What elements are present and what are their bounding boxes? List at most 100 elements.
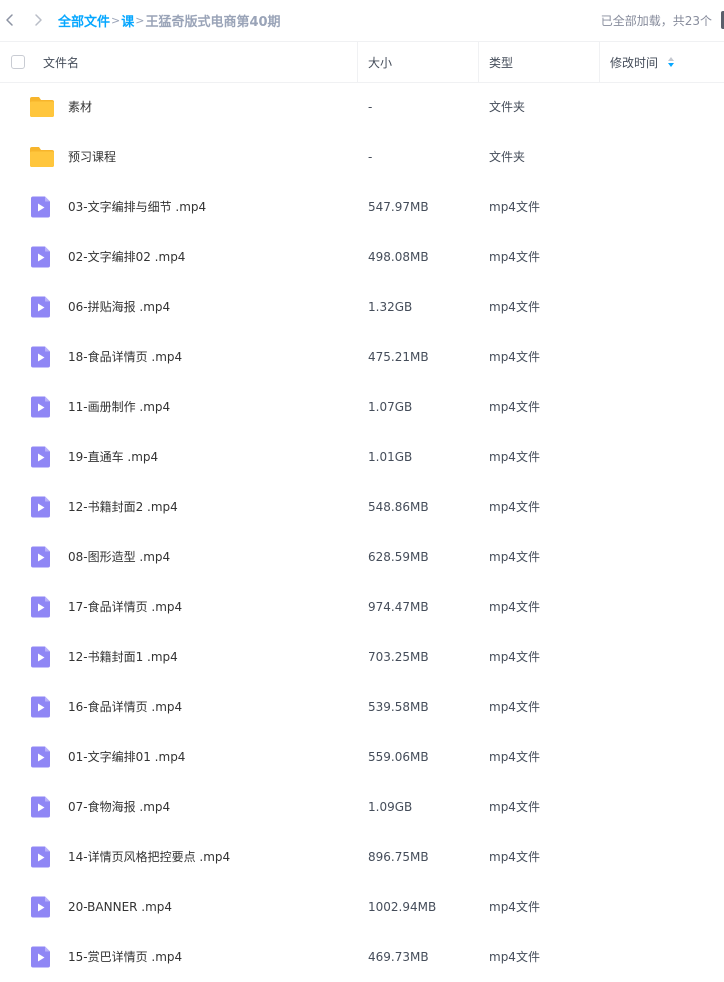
file-row[interactable]: 12-书籍封面2 .mp4 548.86MB mp4文件 <box>0 482 724 532</box>
file-name[interactable]: 16-食品详情页 .mp4 <box>68 682 182 732</box>
file-type: mp4文件 <box>489 750 540 764</box>
file-size: 974.47MB <box>368 600 429 614</box>
file-type: mp4文件 <box>489 800 540 814</box>
file-row[interactable]: 14-详情页风格把控要点 .mp4 896.75MB mp4文件 <box>0 832 724 882</box>
file-name[interactable]: 20-BANNER .mp4 <box>68 882 172 932</box>
table-header: 文件名 大小 类型 修改时间 <box>0 41 724 83</box>
file-name[interactable]: 08-图形造型 .mp4 <box>68 532 170 582</box>
column-divider[interactable] <box>357 42 358 82</box>
file-size: 547.97MB <box>368 200 429 214</box>
file-name[interactable]: 12-书籍封面2 .mp4 <box>68 482 178 532</box>
video-file-icon <box>29 296 55 318</box>
file-row[interactable]: 06-拼贴海报 .mp4 1.32GB mp4文件 <box>0 282 724 332</box>
breadcrumb-root[interactable]: 全部文件 <box>58 11 110 30</box>
file-size: 475.21MB <box>368 350 429 364</box>
file-name[interactable]: 11-画册制作 .mp4 <box>68 382 170 432</box>
file-row[interactable]: 素材 - 文件夹 <box>0 82 724 132</box>
column-header-size[interactable]: 大小 <box>368 42 392 82</box>
column-header-type[interactable]: 类型 <box>489 42 513 82</box>
video-file-icon <box>29 646 55 668</box>
breadcrumb-current: 王猛奇版式电商第40期 <box>145 15 281 30</box>
file-type: mp4文件 <box>489 850 540 864</box>
file-row[interactable]: 07-食物海报 .mp4 1.09GB mp4文件 <box>0 782 724 832</box>
breadcrumb-separator-icon: > <box>111 14 121 27</box>
file-name[interactable]: 15-赏巴详情页 .mp4 <box>68 932 182 982</box>
file-type: mp4文件 <box>489 550 540 564</box>
file-name[interactable]: 预习课程 <box>68 132 116 182</box>
file-name[interactable]: 07-食物海报 .mp4 <box>68 782 170 832</box>
file-size: 1.32GB <box>368 300 413 314</box>
file-row[interactable]: 20-BANNER .mp4 1002.94MB mp4文件 <box>0 882 724 932</box>
file-row[interactable]: 08-图形造型 .mp4 628.59MB mp4文件 <box>0 532 724 582</box>
file-row[interactable]: 预习课程 - 文件夹 <box>0 132 724 182</box>
file-type: mp4文件 <box>489 950 540 964</box>
video-file-icon <box>29 846 55 868</box>
file-name[interactable]: 18-食品详情页 .mp4 <box>68 332 182 382</box>
folder-icon <box>29 96 55 118</box>
file-name[interactable]: 素材 <box>68 82 92 132</box>
file-name[interactable]: 19-直通车 .mp4 <box>68 432 158 482</box>
breadcrumb-level-1[interactable]: 课 <box>121 11 134 30</box>
video-file-icon <box>29 246 55 268</box>
video-file-icon <box>29 696 55 718</box>
file-name[interactable]: 02-文字编排02 .mp4 <box>68 232 185 282</box>
file-size: - <box>368 150 373 164</box>
file-row[interactable]: 03-文字编排与细节 .mp4 547.97MB mp4文件 <box>0 182 724 232</box>
file-row[interactable]: 17-食品详情页 .mp4 974.47MB mp4文件 <box>0 582 724 632</box>
breadcrumb: 全部文件 > 课 > 王猛奇版式电商第40期 <box>58 11 281 30</box>
file-size: 1.09GB <box>368 800 413 814</box>
file-type: mp4文件 <box>489 600 540 614</box>
file-type: mp4文件 <box>489 700 540 714</box>
file-type: mp4文件 <box>489 650 540 664</box>
sort-desc-icon[interactable] <box>667 57 675 67</box>
column-header-name[interactable]: 文件名 <box>43 42 79 82</box>
file-row[interactable]: 12-书籍封面1 .mp4 703.25MB mp4文件 <box>0 632 724 682</box>
file-list: 素材 - 文件夹 预习课程 - 文件夹 03-文字编排与细节 .mp4 547.97MB mp4… <box>0 82 724 982</box>
column-divider[interactable] <box>478 42 479 82</box>
file-type: mp4文件 <box>489 350 540 364</box>
file-row[interactable]: 15-赏巴详情页 .mp4 469.73MB mp4文件 <box>0 932 724 982</box>
file-row[interactable]: 01-文字编排01 .mp4 559.06MB mp4文件 <box>0 732 724 782</box>
select-all-checkbox[interactable] <box>11 55 25 69</box>
file-type: mp4文件 <box>489 250 540 264</box>
video-file-icon <box>29 896 55 918</box>
file-row[interactable]: 16-食品详情页 .mp4 539.58MB mp4文件 <box>0 682 724 732</box>
file-name[interactable]: 01-文字编排01 .mp4 <box>68 732 185 782</box>
column-header-modified[interactable]: 修改时间 <box>610 42 675 82</box>
file-size: 628.59MB <box>368 550 429 564</box>
video-file-icon <box>29 596 55 618</box>
folder-icon <box>29 146 55 168</box>
file-name[interactable]: 03-文字编排与细节 .mp4 <box>68 182 206 232</box>
file-type: mp4文件 <box>489 200 540 214</box>
file-name[interactable]: 14-详情页风格把控要点 .mp4 <box>68 832 230 882</box>
file-size: 539.58MB <box>368 700 429 714</box>
back-arrow-icon[interactable] <box>2 12 18 28</box>
video-file-icon <box>29 346 55 368</box>
column-divider[interactable] <box>599 42 600 82</box>
file-type: mp4文件 <box>489 500 540 514</box>
file-name[interactable]: 06-拼贴海报 .mp4 <box>68 282 170 332</box>
file-type: mp4文件 <box>489 300 540 314</box>
file-row[interactable]: 11-画册制作 .mp4 1.07GB mp4文件 <box>0 382 724 432</box>
video-file-icon <box>29 496 55 518</box>
file-name[interactable]: 12-书籍封面1 .mp4 <box>68 632 178 682</box>
load-status-text: 已全部加载，共23个 <box>600 14 712 28</box>
file-name[interactable]: 17-食品详情页 .mp4 <box>68 582 182 632</box>
file-row[interactable]: 18-食品详情页 .mp4 475.21MB mp4文件 <box>0 332 724 382</box>
file-size: 559.06MB <box>368 750 429 764</box>
forward-arrow-icon[interactable] <box>30 12 46 28</box>
file-size: 1002.94MB <box>368 900 437 914</box>
top-bar: 全部文件 > 课 > 王猛奇版式电商第40期 已全部加载，共23个 <box>0 0 724 40</box>
file-type: 文件夹 <box>489 100 526 114</box>
file-size: - <box>368 100 373 114</box>
file-row[interactable]: 19-直通车 .mp4 1.01GB mp4文件 <box>0 432 724 482</box>
file-row[interactable]: 02-文字编排02 .mp4 498.08MB mp4文件 <box>0 232 724 282</box>
file-type: mp4文件 <box>489 400 540 414</box>
video-file-icon <box>29 546 55 568</box>
breadcrumb-separator-icon: > <box>135 14 145 27</box>
video-file-icon <box>29 796 55 818</box>
file-size: 1.07GB <box>368 400 413 414</box>
file-type: mp4文件 <box>489 900 540 914</box>
video-file-icon <box>29 396 55 418</box>
file-type: 文件夹 <box>489 150 526 164</box>
